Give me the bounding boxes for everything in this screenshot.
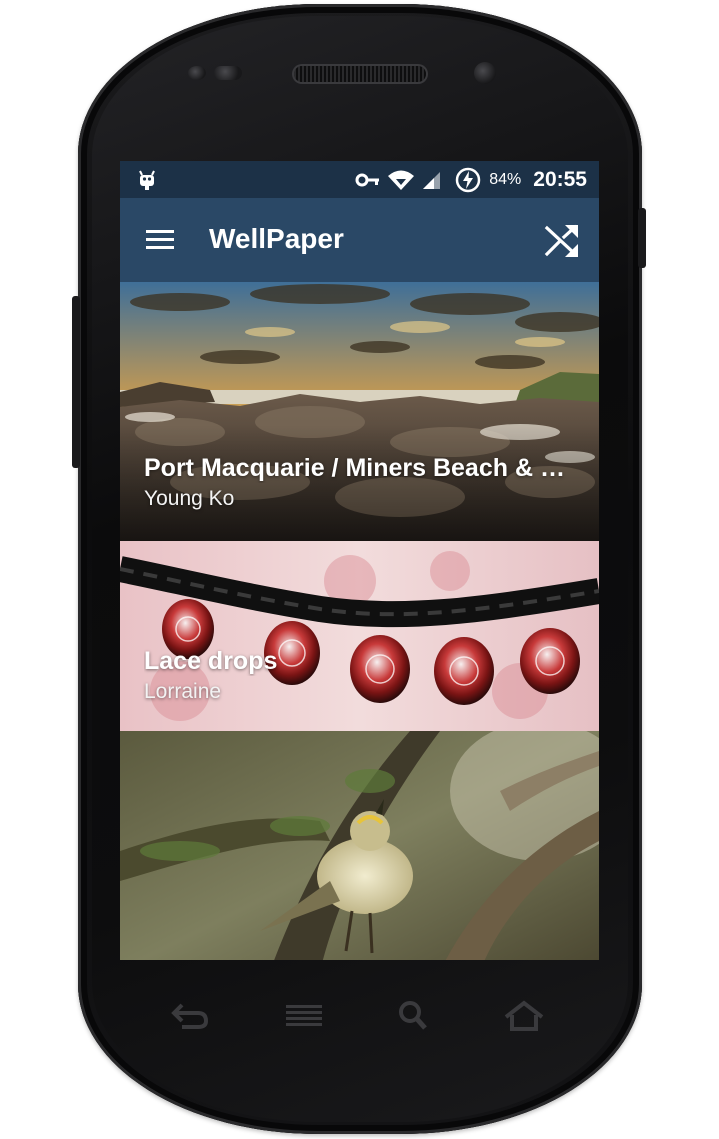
volume-button: [72, 296, 80, 468]
app-title: WellPaper: [209, 223, 344, 254]
wallpaper-card[interactable]: Lace drops Lorraine: [120, 541, 599, 731]
app-bar: WellPaper: [120, 198, 599, 282]
front-camera: [474, 62, 496, 84]
status-icons: 84% 20:55: [355, 161, 587, 198]
cell-signal-icon: [423, 171, 441, 189]
charging-icon: [456, 167, 481, 192]
battery-percent: 84%: [489, 170, 522, 188]
card-info: Lace drops Lorraine: [144, 647, 575, 704]
wallpaper-title: Port Macquarie / Miners Beach & Lighthou…: [144, 454, 575, 482]
home-icon[interactable]: [502, 997, 546, 1033]
wallpaper-card[interactable]: [120, 731, 599, 960]
light-sensor: [214, 66, 242, 80]
vpn-key-icon: [355, 173, 380, 186]
back-icon[interactable]: [168, 997, 212, 1033]
proximity-sensor: [188, 66, 206, 80]
menu-icon[interactable]: [282, 997, 326, 1033]
menu-icon[interactable]: [144, 226, 176, 254]
status-bar: 84% 20:55: [120, 161, 599, 198]
clock: 20:55: [533, 167, 587, 191]
wallpaper-feed: Port Macquarie / Miners Beach & Lighthou…: [120, 282, 599, 960]
shuffle-icon[interactable]: [543, 222, 581, 260]
wallpaper-author: Young Ko: [144, 487, 235, 510]
screen: 84% 20:55 WellPaper Port Macquarie / Min…: [120, 161, 599, 960]
wallpaper-title: Lace drops: [144, 647, 278, 675]
wallpaper-card[interactable]: Port Macquarie / Miners Beach & Lighthou…: [120, 282, 599, 541]
android-debug-icon: [139, 170, 155, 190]
device-nav-bar: [120, 985, 599, 1045]
wallpaper-image: [120, 731, 599, 960]
earpiece-speaker: [294, 66, 426, 82]
wallpaper-author: Lorraine: [144, 680, 222, 703]
card-info: Port Macquarie / Miners Beach & Lighthou…: [144, 454, 575, 511]
search-icon[interactable]: [391, 997, 435, 1033]
power-button: [638, 208, 646, 268]
wifi-icon: [388, 170, 415, 190]
